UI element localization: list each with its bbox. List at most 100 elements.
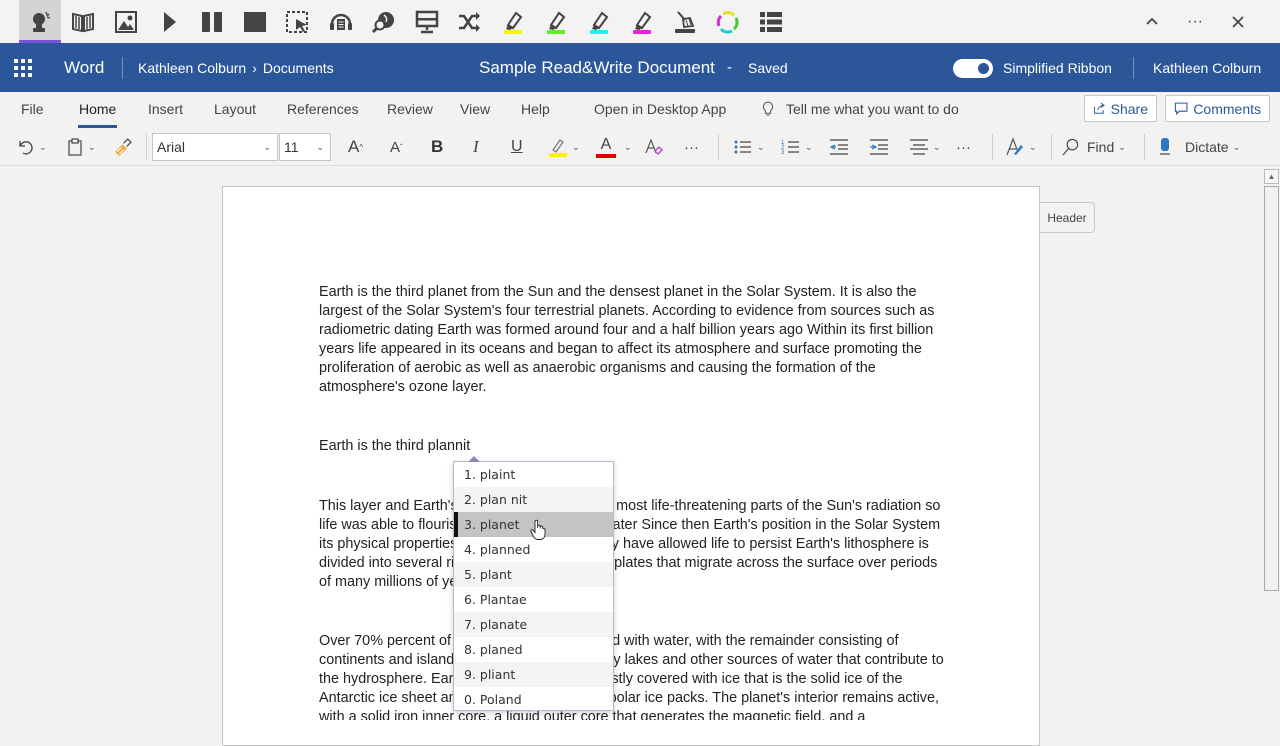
scroll-up-button[interactable]: ▲ [1264, 169, 1279, 184]
tell-me-search[interactable]: Tell me what you want to do [762, 101, 959, 117]
picture-dictionary-icon[interactable] [105, 0, 147, 43]
styles-button[interactable]: ⌄ [1005, 134, 1037, 160]
header-divider [122, 57, 123, 79]
share-label: Share [1110, 100, 1148, 117]
prediction-item[interactable]: 6. Plantae [454, 587, 613, 612]
highlight-green-icon[interactable] [535, 0, 577, 43]
read-write-toolbar: ··· [0, 0, 1280, 43]
predict-icon[interactable] [19, 0, 61, 43]
prediction-item[interactable]: 0. Poland [454, 687, 613, 712]
collect-highlights-icon[interactable] [707, 0, 749, 43]
screenshot-reader-icon[interactable] [277, 0, 319, 43]
highlight-pink-icon[interactable] [621, 0, 663, 43]
check-it-icon[interactable] [363, 0, 405, 43]
tab-file[interactable]: File [21, 101, 44, 117]
find-button[interactable]: Find ⌄ [1061, 134, 1126, 160]
screen-mask-icon[interactable] [406, 0, 448, 43]
user-account[interactable]: Kathleen Colburn [1153, 60, 1261, 76]
vertical-scrollbar[interactable]: ▲ [1262, 167, 1280, 720]
decrease-indent-button[interactable] [829, 134, 849, 160]
highlight-yellow-icon[interactable] [492, 0, 534, 43]
close-toolbar-button[interactable] [1218, 0, 1258, 43]
breadcrumb-folder[interactable]: Documents [263, 60, 334, 76]
simplified-ribbon-toggle[interactable] [953, 59, 993, 78]
dictate-label: Dictate [1185, 139, 1229, 155]
document-paragraph[interactable]: Earth is the third planet from the Sun a… [319, 283, 949, 397]
collapse-toolbar-button[interactable] [1132, 0, 1172, 43]
title-dash: - [727, 59, 732, 76]
breadcrumb-separator: › [252, 60, 257, 76]
word-header-bar: Word Kathleen Colburn › Documents Sample… [0, 43, 1280, 92]
prediction-item[interactable]: 9. pliant [454, 662, 613, 687]
more-icon: ··· [956, 138, 971, 156]
shrink-font-button[interactable]: Aˇ [390, 134, 403, 160]
document-title[interactable]: Sample Read&Write Document [479, 58, 715, 78]
font-size-select[interactable]: 11 ⌄ [279, 133, 331, 161]
font-color-button[interactable]: A [596, 134, 616, 160]
chevron-down-icon: ⌄ [1232, 141, 1241, 152]
comments-button[interactable]: Comments [1165, 95, 1270, 122]
more-font-options-button[interactable]: ··· [684, 134, 699, 160]
header-tag-button[interactable]: Header [1040, 202, 1095, 233]
vocabulary-list-icon[interactable] [750, 0, 792, 43]
numbered-list-icon: 123 [781, 140, 799, 156]
tab-help[interactable]: Help [521, 101, 550, 117]
toggle-knob [978, 63, 989, 74]
document-paragraph[interactable]: This layer and Earth's magnetic field bl… [319, 497, 949, 592]
paste-button[interactable]: ⌄ [66, 134, 96, 160]
align-button[interactable]: ⌄ [909, 134, 941, 160]
tab-references[interactable]: References [287, 101, 359, 117]
tab-view[interactable]: View [460, 101, 490, 117]
chevron-up-icon [1146, 17, 1158, 25]
grow-font-button[interactable]: A ^ [348, 134, 363, 160]
prediction-item[interactable]: 7. planate [454, 612, 613, 637]
ribbon-divider [992, 134, 993, 160]
share-button[interactable]: Share [1084, 95, 1157, 122]
app-launcher-icon[interactable] [14, 59, 32, 77]
dictate-button[interactable]: Dictate ⌄ [1157, 134, 1240, 160]
clear-highlights-icon[interactable] [664, 0, 706, 43]
app-name[interactable]: Word [64, 58, 104, 78]
document-paragraph[interactable]: Over 70% percent of Earth's surface is c… [319, 632, 949, 720]
tab-layout[interactable]: Layout [214, 101, 256, 117]
font-size-value: 11 [284, 139, 299, 155]
undo-button[interactable]: ⌄ [17, 134, 47, 160]
format-painter-button[interactable] [113, 134, 132, 160]
tab-home[interactable]: Home [77, 101, 118, 128]
font-color-icon: A [600, 135, 612, 153]
more-options-button[interactable]: ··· [1175, 0, 1215, 43]
numbering-button[interactable]: 123 ⌄ [781, 134, 813, 160]
prediction-item[interactable]: 5. plant [454, 562, 613, 587]
audio-maker-icon[interactable] [320, 0, 362, 43]
stop-icon[interactable] [234, 0, 276, 43]
breadcrumb-owner[interactable]: Kathleen Colburn [138, 60, 246, 76]
chevron-down-icon[interactable]: ⌄ [624, 142, 632, 153]
highlight-color-button[interactable]: ⌄ [548, 134, 580, 160]
clear-formatting-button[interactable] [644, 134, 664, 160]
translator-icon[interactable] [449, 0, 491, 43]
open-desktop-app-link[interactable]: Open in Desktop App [594, 101, 726, 117]
dictionary-icon[interactable] [62, 0, 104, 43]
play-icon[interactable] [148, 0, 190, 43]
font-name-select[interactable]: Arial ⌄ [152, 133, 278, 161]
document-paragraph-typing[interactable]: Earth is the third plannit [319, 437, 949, 456]
tab-insert[interactable]: Insert [148, 101, 183, 117]
italic-button[interactable]: I [473, 134, 479, 160]
prediction-item[interactable]: 2. plan nit [454, 487, 613, 512]
bullets-button[interactable]: ⌄ [733, 134, 765, 160]
increase-indent-button[interactable] [869, 134, 889, 160]
lightbulb-icon [762, 101, 774, 116]
bold-button[interactable]: B [431, 134, 443, 160]
prediction-item[interactable]: 8. planed [454, 637, 613, 662]
highlight-cyan-icon[interactable] [578, 0, 620, 43]
simplified-ribbon-label: Simplified Ribbon [1003, 60, 1112, 76]
tab-review[interactable]: Review [387, 101, 433, 117]
comment-icon [1174, 102, 1188, 116]
scrollbar-thumb[interactable] [1264, 186, 1279, 591]
pause-icon[interactable] [191, 0, 233, 43]
chevron-down-icon: ⌄ [1029, 141, 1037, 152]
underline-button[interactable]: U [511, 134, 523, 160]
prediction-item[interactable]: 1. plaint [454, 462, 613, 487]
more-paragraph-options-button[interactable]: ··· [956, 134, 971, 160]
find-label: Find [1087, 139, 1115, 155]
